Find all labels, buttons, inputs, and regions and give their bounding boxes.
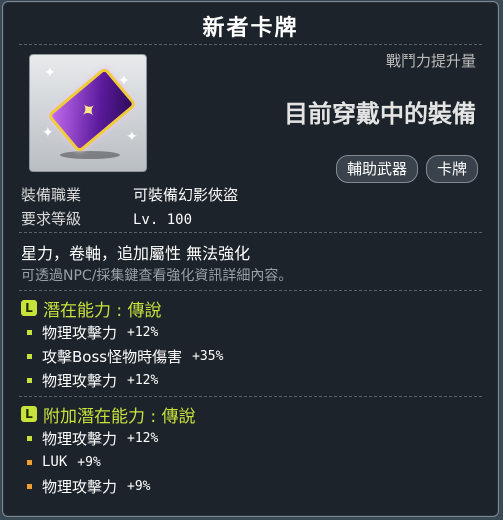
potential-line: 物理攻擊力 +12% — [27, 320, 223, 344]
info-row-level: 要求等級 Lv. 100 — [21, 208, 192, 229]
sparkle-icon: ✦ — [118, 73, 130, 89]
stat-label: 物理攻擊力 — [42, 323, 118, 342]
info-value: 可裝備幻影俠盜 — [133, 186, 239, 204]
stat-value: +9% — [127, 478, 151, 494]
sparkle-icon: ✦ — [44, 65, 56, 81]
additional-line: LUK +9% — [27, 450, 196, 474]
divider — [19, 44, 482, 45]
item-title: 新者卡牌 — [202, 16, 299, 41]
info-key: 要求等級 — [21, 210, 82, 228]
power-increase-label: 戰鬥力提升量 — [385, 52, 476, 70]
bullet-icon — [27, 353, 32, 359]
bullet-icon — [27, 483, 32, 489]
stat-value: +12% — [127, 324, 159, 340]
upgrade-notice: 星力，卷軸，追加屬性 無法強化 — [21, 244, 251, 263]
stat-value: +35% — [192, 348, 224, 364]
bullet-icon — [27, 435, 32, 441]
enhance-hint: 可透過NPC/採集鍵查看強化資訊詳細內容。 — [21, 268, 293, 284]
sparkle-icon: ✦ — [42, 125, 54, 141]
item-tooltip: 新者卡牌 ✦ ✦ ✦ ✦ 戰鬥力提升量 目前穿戴中的裝備 輔助武器 卡牌 裝備職… — [2, 1, 499, 517]
potential-section: L 潛在能力 : 傳說 物理攻擊力 +12% 攻擊Boss怪物時傷害 +35% … — [21, 296, 223, 392]
item-icon-frame: ✦ ✦ ✦ ✦ — [29, 54, 147, 172]
stat-label: 物理攻擊力 — [42, 477, 118, 496]
item-tags: 輔助武器 卡牌 — [335, 155, 478, 183]
bullet-icon — [27, 377, 32, 383]
info-value: Lv. 100 — [133, 212, 193, 228]
divider — [19, 232, 482, 233]
stat-value: +12% — [127, 372, 159, 388]
stat-label: 物理攻擊力 — [42, 371, 118, 390]
bullet-icon — [27, 329, 32, 335]
stat-value: +12% — [127, 430, 159, 446]
info-row-job: 裝備職業 可裝備幻影俠盜 — [21, 184, 238, 205]
bullet-icon — [27, 459, 32, 465]
potential-line: 攻擊Boss怪物時傷害 +35% — [27, 344, 223, 368]
icon-shadow — [60, 151, 120, 159]
additional-potential-title: 附加潛在能力 : 傳說 — [43, 406, 196, 427]
legendary-badge-icon: L — [21, 406, 37, 422]
stat-label: LUK — [42, 454, 68, 470]
tag-card: 卡牌 — [425, 155, 478, 183]
additional-line: 物理攻擊力 +12% — [27, 426, 196, 450]
stat-label: 攻擊Boss怪物時傷害 — [42, 347, 183, 366]
potential-title: 潛在能力 : 傳說 — [43, 300, 162, 321]
potential-line: 物理攻擊力 +12% — [27, 368, 223, 392]
additional-potential-section: L 附加潛在能力 : 傳說 物理攻擊力 +12% LUK +9% 物理攻擊力 +… — [21, 402, 196, 498]
stat-label: 物理攻擊力 — [42, 429, 118, 448]
divider — [19, 290, 482, 291]
equipped-label: 目前穿戴中的裝備 — [284, 100, 476, 128]
sparkle-icon: ✦ — [126, 129, 138, 145]
additional-line: 物理攻擊力 +9% — [27, 474, 196, 498]
stat-value: +9% — [77, 454, 101, 470]
divider — [19, 396, 482, 397]
info-key: 裝備職業 — [21, 186, 82, 204]
tag-secondary-weapon: 輔助武器 — [335, 155, 418, 183]
legendary-badge-icon: L — [21, 300, 37, 316]
